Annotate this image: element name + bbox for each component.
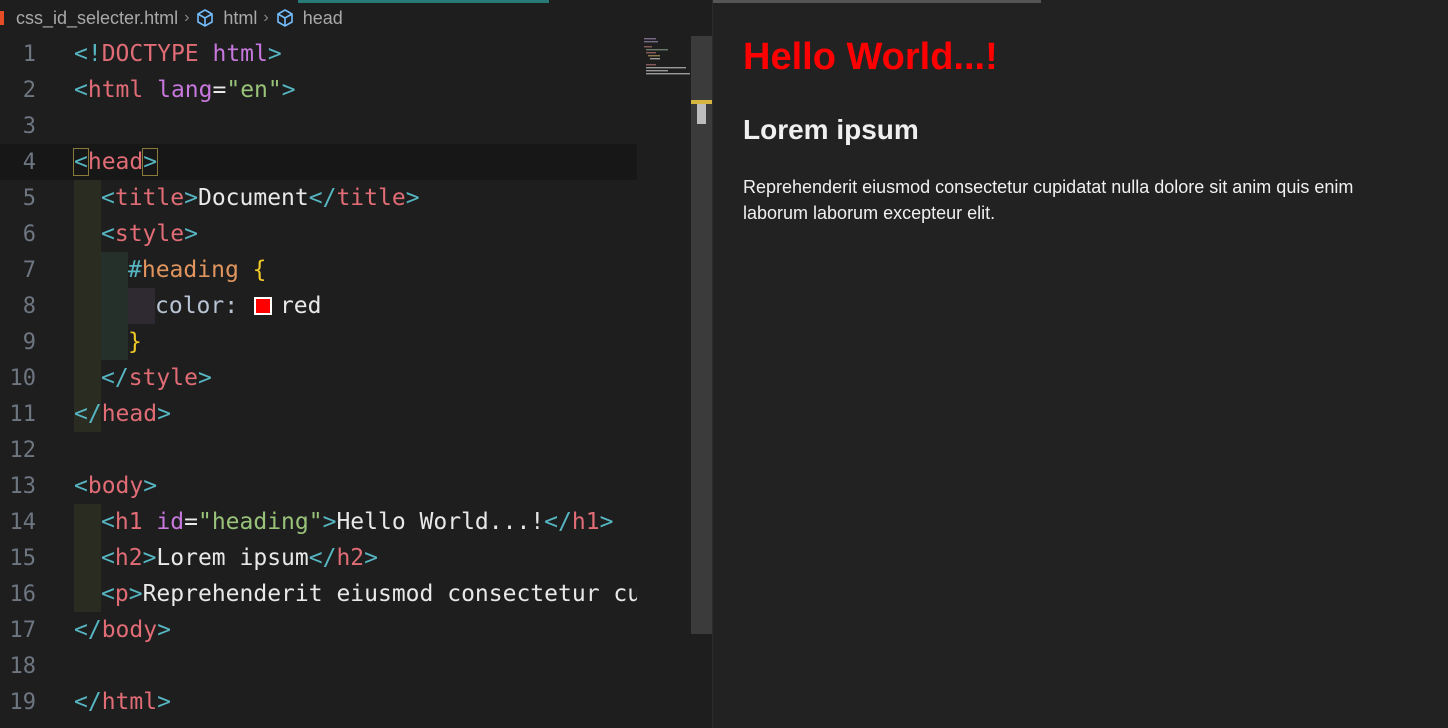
minimap[interactable] [640,36,690,76]
line-content: </html > [74,689,171,715]
code-line: 14 < h1 id = "heading" > Hello World...! </h1 > [0,504,637,540]
chevron-right-icon: › [263,9,269,26]
code-line: 5 < title > Document </title > [0,180,637,216]
code-area[interactable]: 1 <! DOCTYPE html > 2 < html lang = "en" > 3 4… [0,36,637,728]
preview-subheading: Lorem ipsum [743,114,919,145]
line-number: 10 [9,365,37,391]
code-line: 15 < h2 > Lorem ipsum </h2 > [0,540,637,576]
line-content: < h1 id = "heading" > Hello World...! </h1 > [101,509,614,535]
code-line: 17 </body > [0,612,637,648]
line-number: 6 [22,221,36,247]
breadcrumb: css_id_selecter.html › html › head [0,0,712,36]
line-content: </style > [101,365,212,391]
line-number: 19 [9,689,37,715]
breadcrumb-item-html[interactable]: html [195,8,257,29]
chevron-right-icon: › [184,9,190,26]
breadcrumb-item-head[interactable]: head [275,8,343,29]
preview-tab-indicator [713,0,1041,3]
code-line: 9 } [0,324,637,360]
preview-heading: Hello World...! [743,36,998,78]
preview-paragraph: Reprehenderit eiusmod consectetur cupida… [743,177,1354,223]
line-number: 8 [22,293,36,319]
code-line: 7 # heading { [0,252,637,288]
code-line: 11 </head > [0,396,637,432]
code-line-current: 4 < head > [0,144,637,180]
code-line: 6 < style > [0,216,637,252]
line-number: 2 [22,77,36,103]
line-number: 1 [22,41,36,67]
line-content: < body > [74,473,158,499]
vertical-scrollbar[interactable] [691,36,712,634]
code-line: 12 [0,432,637,468]
code-line: 8 color: red [0,288,637,324]
line-number: 11 [9,401,37,427]
breadcrumb-item-label: html [223,7,258,28]
line-content: < head > [73,148,159,176]
live-preview-pane[interactable]: Hello World...! Lorem ipsum Reprehenderi… [712,0,1448,728]
line-number: 4 [22,149,36,175]
line-number: 18 [9,653,37,679]
line-content: < p > Reprehenderit eiusmod consectetur cup [101,581,637,607]
line-number: 12 [9,437,37,463]
code-line: 13 < body > [0,468,637,504]
line-number: 17 [9,617,37,643]
line-content: < title > Document </title > [101,185,420,211]
line-content: # heading { [128,257,267,283]
line-number: 15 [9,545,37,571]
line-content: </body > [74,617,171,643]
code-editor[interactable]: css_id_selecter.html › html › head 1 <! D… [0,0,712,728]
line-content: color: red [155,293,322,319]
line-content: < html lang = "en" > [74,77,296,103]
line-content: < style > [101,221,198,247]
line-content: } [128,329,142,355]
cube-icon [197,9,214,27]
line-number: 14 [9,509,37,535]
line-content: </head > [74,401,171,427]
cube-icon [276,9,293,27]
line-content: <! DOCTYPE html > [74,41,282,67]
breadcrumb-item-label: head [302,7,343,28]
code-line: 18 [0,648,637,684]
line-number: 3 [22,113,36,139]
scrollbar-thumb[interactable] [697,104,706,124]
html-file-icon [0,11,4,25]
line-content: < h2 > Lorem ipsum </h2 > [101,545,379,571]
line-number: 9 [22,329,36,355]
code-line: 19 </html > [0,684,637,720]
code-line: 10 </style > [0,360,637,396]
color-swatch-icon[interactable] [253,297,272,315]
line-number: 5 [22,185,36,211]
code-line: 16 < p > Reprehenderit eiusmod consectetur … [0,576,638,612]
breadcrumb-file[interactable]: css_id_selecter.html [16,8,178,29]
line-number: 16 [9,581,37,607]
line-number: 7 [22,257,36,283]
code-line: 1 <! DOCTYPE html > [0,36,637,72]
code-line: 2 < html lang = "en" > [0,72,637,108]
code-line: 3 [0,108,637,144]
line-number: 13 [9,473,37,499]
